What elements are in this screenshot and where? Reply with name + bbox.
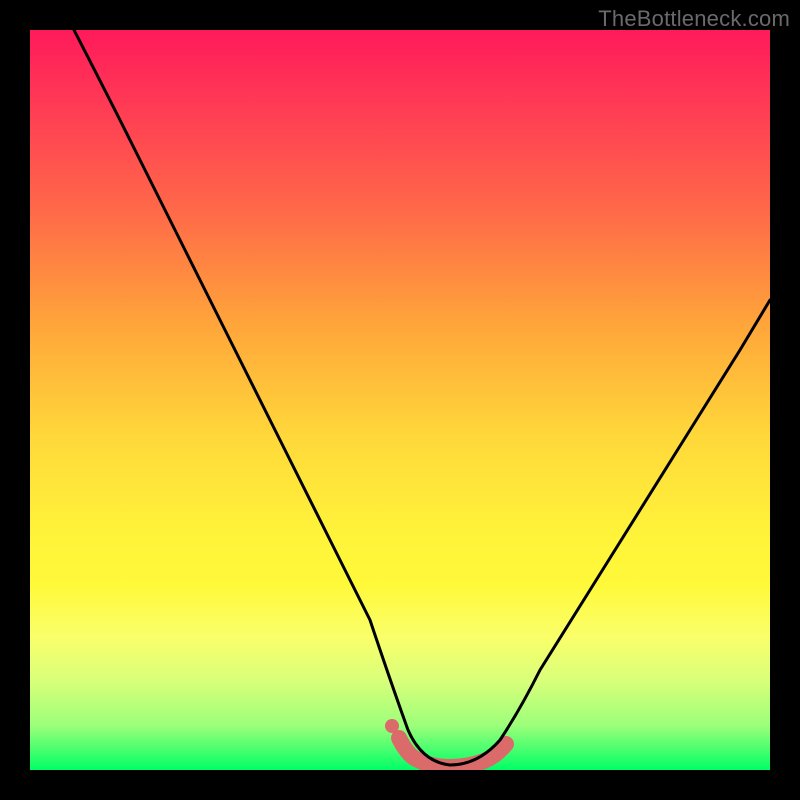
- highlight-dot: [385, 719, 399, 733]
- attribution-text: TheBottleneck.com: [598, 6, 790, 32]
- curve-svg: [30, 30, 770, 770]
- chart-frame: TheBottleneck.com: [0, 0, 800, 800]
- bottleneck-curve: [74, 30, 770, 765]
- plot-area: [30, 30, 770, 770]
